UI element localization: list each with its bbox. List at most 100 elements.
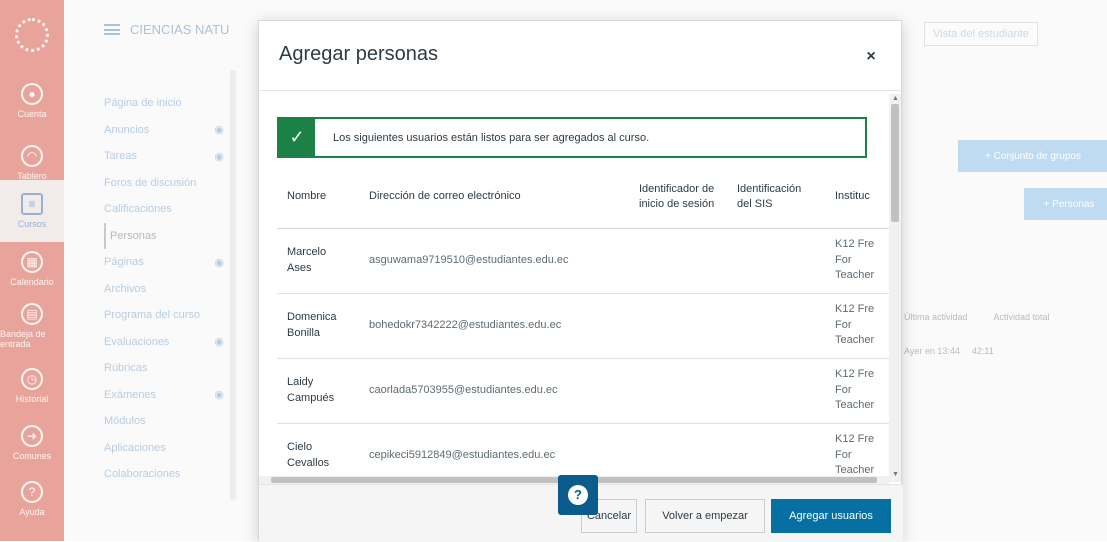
cell-email: asguwama9719510@estudiantes.edu.ec: [359, 228, 629, 293]
global-nav-commons[interactable]: ➜ Comunes: [0, 412, 64, 474]
course-nav-item-people[interactable]: Personas: [104, 223, 224, 250]
global-nav-account[interactable]: ● Cuenta: [0, 70, 64, 132]
table-row: Laidy Campués caorlada5703955@estudiante…: [277, 358, 889, 423]
users-ready-table: Nombre Dirección de correo electrónico I…: [277, 166, 889, 484]
cell-name: Cielo Cevallos: [277, 423, 359, 484]
success-alert: ✓ Los siguientes usuarios están listos p…: [277, 117, 867, 158]
eye-icon: ◉: [214, 123, 224, 136]
course-nav-item[interactable]: Archivos: [104, 276, 224, 303]
course-nav-item[interactable]: Tareas◉: [104, 143, 224, 170]
dashboard-icon: ◠: [21, 145, 43, 167]
table-header-row: Nombre Dirección de correo electrónico I…: [277, 166, 889, 228]
cell-sis-id: [727, 423, 825, 484]
global-nav-label: Calendario: [10, 277, 54, 287]
dialog-body: ✓ Los siguientes usuarios están listos p…: [259, 92, 903, 484]
hamburger-icon[interactable]: [104, 24, 120, 35]
course-breadcrumb: CIENCIAS NATU: [104, 22, 229, 37]
cell-login-id: [629, 358, 727, 423]
scrollbar-thumb[interactable]: [891, 104, 899, 222]
eye-icon: ◉: [214, 335, 224, 348]
col-header-name: Nombre: [277, 166, 359, 228]
roster-row: Ayer en 13:44 42:11: [904, 346, 994, 356]
add-people-button[interactable]: + Personas: [1024, 188, 1107, 220]
cell-sis-id: [727, 293, 825, 358]
col-header-email: Dirección de correo electrónico: [359, 166, 629, 228]
course-nav-item[interactable]: Módulos: [104, 408, 224, 435]
question-icon: ?: [568, 485, 588, 505]
course-nav-item[interactable]: Aplicaciones: [104, 435, 224, 462]
course-nav-item[interactable]: Foros de discusión: [104, 170, 224, 197]
dialog-title: Agregar personas: [279, 43, 438, 66]
col-header-sis-id: Identificación del SIS: [727, 166, 825, 228]
global-nav-calendar[interactable]: ▦ Calendario: [0, 238, 64, 300]
roster-cell-activity: Ayer en 13:44: [904, 346, 960, 356]
cell-name: Domenica Bonilla: [277, 293, 359, 358]
global-nav-courses[interactable]: ≡ Cursos: [0, 180, 64, 242]
cell-login-id: [629, 293, 727, 358]
cell-institution: K12 Fre For Teacher: [825, 293, 889, 358]
success-alert-text: Los siguientes usuarios están listos par…: [315, 132, 649, 144]
inbox-icon: ▤: [21, 303, 43, 325]
course-nav-item[interactable]: Página de inicio: [104, 90, 224, 117]
course-nav: Página de inicio Anuncios◉ Tareas◉ Foros…: [104, 90, 224, 488]
table-row: Marcelo Ases asguwama9719510@estudiantes…: [277, 228, 889, 293]
course-nav-item[interactable]: Programa del curso: [104, 302, 224, 329]
cell-login-id: [629, 228, 727, 293]
global-nav-help[interactable]: ? Ayuda: [0, 468, 64, 530]
global-nav-inbox[interactable]: ▤ Bandeja de entrada: [0, 295, 64, 357]
course-nav-item[interactable]: Exámenes◉: [104, 382, 224, 409]
scroll-down-arrow-icon[interactable]: ▼: [892, 472, 898, 478]
cell-email: caorlada5703955@estudiantes.edu.ec: [359, 358, 629, 423]
vertical-scrollbar[interactable]: ▲ ▼: [889, 94, 901, 482]
global-nav-label: Ayuda: [19, 507, 44, 517]
clock-icon: ◷: [21, 368, 43, 390]
global-nav-label: Bandeja de entrada: [0, 329, 64, 349]
dialog-header: Agregar personas ×: [259, 21, 901, 91]
course-nav-item[interactable]: Colaboraciones: [104, 461, 224, 488]
book-icon: ≡: [21, 193, 43, 215]
cell-name: Laidy Campués: [277, 358, 359, 423]
course-nav-item[interactable]: Calificaciones: [104, 196, 224, 223]
help-button[interactable]: ?: [558, 475, 598, 515]
roster-cell-total: 42:11: [972, 346, 994, 356]
student-view-button[interactable]: Vista del estudiante: [924, 22, 1038, 46]
eye-icon: ◉: [214, 388, 224, 401]
cell-login-id: [629, 423, 727, 484]
table-row: Domenica Bonilla bohedokr7342222@estudia…: [277, 293, 889, 358]
col-header-login-id: Identificador de inicio de sesión: [629, 166, 727, 228]
cell-institution: K12 Fre For Teacher: [825, 423, 889, 484]
commons-icon: ➜: [21, 425, 43, 447]
course-nav-item[interactable]: Anuncios◉: [104, 117, 224, 144]
canvas-logo-icon[interactable]: [0, 0, 64, 70]
help-icon: ?: [21, 481, 43, 503]
cell-sis-id: [727, 358, 825, 423]
roster-header: Última actividad Actividad total: [904, 312, 1050, 322]
cell-institution: K12 Fre For Teacher: [825, 358, 889, 423]
add-group-set-button[interactable]: + Conjunto de grupos: [958, 140, 1107, 172]
cell-sis-id: [727, 228, 825, 293]
global-nav-label: Cursos: [18, 219, 47, 229]
course-nav-item[interactable]: Páginas◉: [104, 249, 224, 276]
eye-icon: ◉: [214, 150, 224, 163]
global-nav-history[interactable]: ◷ Historial: [0, 355, 64, 417]
global-nav: ● Cuenta ◠ Tablero ≡ Cursos ▦ Calendario…: [0, 0, 64, 541]
global-nav-label: Historial: [16, 394, 49, 404]
user-icon: ●: [21, 83, 43, 105]
start-over-button[interactable]: Volver a empezar: [645, 499, 765, 533]
course-nav-item[interactable]: Evaluaciones◉: [104, 329, 224, 356]
col-header-institution: Instituc: [825, 166, 889, 228]
course-nav-scrollbar[interactable]: [230, 70, 236, 500]
page-top-actions: Vista del estudiante: [924, 22, 1038, 46]
global-nav-label: Comunes: [13, 451, 52, 461]
add-users-button[interactable]: Agregar usuarios: [771, 499, 891, 533]
add-people-dialog: Agregar personas × ✓ Los siguientes usua…: [258, 20, 902, 541]
course-title[interactable]: CIENCIAS NATU: [130, 22, 229, 37]
cell-institution: K12 Fre For Teacher: [825, 228, 889, 293]
roster-col-last-activity: Última actividad: [904, 312, 968, 322]
close-icon[interactable]: ×: [861, 47, 881, 67]
cell-email: bohedokr7342222@estudiantes.edu.ec: [359, 293, 629, 358]
cell-name: Marcelo Ases: [277, 228, 359, 293]
course-nav-item[interactable]: Rúbricas: [104, 355, 224, 382]
global-nav-label: Cuenta: [17, 109, 46, 119]
scroll-up-arrow-icon[interactable]: ▲: [892, 96, 898, 102]
